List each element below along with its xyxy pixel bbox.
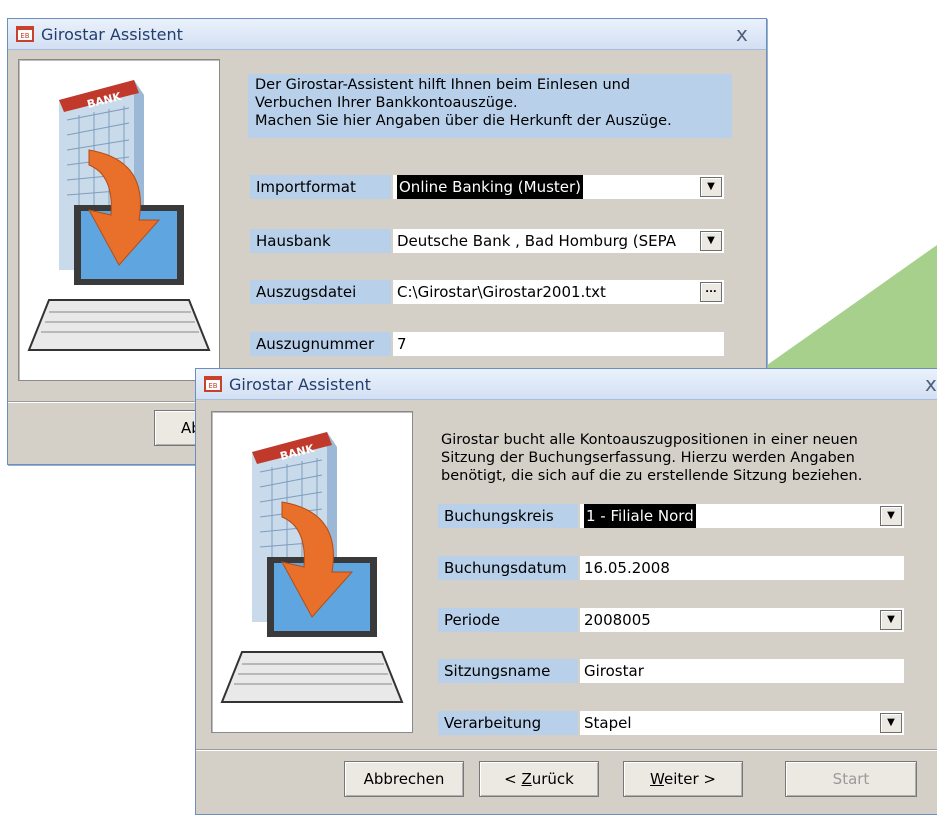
- hausbank-value: Deutsche Bank , Bad Homburg (SEPA: [397, 232, 676, 250]
- chevron-down-icon[interactable]: ▼: [880, 713, 902, 733]
- chevron-down-icon[interactable]: ▼: [700, 231, 722, 251]
- label-hausbank: Hausbank: [250, 229, 391, 253]
- auszugsdatei-field[interactable]: C:\Girostar\Girostar2001.txt ...: [393, 280, 724, 304]
- app-icon: EB: [204, 376, 222, 392]
- girostar-assistant-window-2: EB Girostar Assistent x BANK Girostar bu…: [195, 368, 937, 815]
- intro-text: Der Girostar-Assistent hilft Ihnen beim …: [255, 76, 672, 130]
- intro-line: benötigt, die sich auf die zu erstellend…: [441, 468, 863, 484]
- label-buchungskreis: Buchungskreis: [438, 504, 578, 528]
- label-sitzungsname: Sitzungsname: [438, 659, 578, 683]
- label-auszugsdatei: Auszugsdatei: [250, 280, 391, 304]
- label-buchungsdatum: Buchungsdatum: [438, 556, 578, 580]
- back-button-prefix: <: [504, 770, 522, 788]
- label-importformat: Importformat: [250, 175, 391, 199]
- intro-line: Sitzung der Buchungserfassung. Hierzu we…: [441, 450, 855, 466]
- chevron-down-icon[interactable]: ▼: [880, 506, 902, 526]
- buchungsdatum-value: 16.05.2008: [584, 559, 670, 577]
- back-button[interactable]: < Zurück: [479, 761, 599, 797]
- title-bar[interactable]: EB Girostar Assistent x: [8, 19, 766, 50]
- window-title: Girostar Assistent: [41, 25, 183, 44]
- intro-line: Verbuchen Ihrer Bankkontoauszüge.: [255, 95, 518, 111]
- sitzungsname-input[interactable]: Girostar: [580, 659, 904, 683]
- auszugnummer-value: 7: [397, 335, 407, 353]
- intro-line: Der Girostar-Assistent hilft Ihnen beim …: [255, 77, 631, 93]
- title-bar[interactable]: EB Girostar Assistent x: [196, 369, 937, 400]
- intro-text: Girostar bucht alle Kontoauszugpositione…: [441, 431, 862, 485]
- intro-line: Girostar bucht alle Kontoauszugpositione…: [441, 432, 858, 448]
- app-icon: EB: [16, 26, 34, 42]
- svg-text:EB: EB: [208, 382, 217, 390]
- periode-value: 2008005: [584, 611, 651, 629]
- auszugsdatei-value: C:\Girostar\Girostar2001.txt: [397, 283, 606, 301]
- wizard-illustration: BANK: [211, 411, 413, 733]
- label-auszugnummer: Auszugnummer: [250, 332, 391, 356]
- auszugnummer-input[interactable]: 7: [393, 332, 724, 356]
- sitzungsname-value: Girostar: [584, 662, 644, 680]
- close-icon[interactable]: x: [925, 372, 937, 396]
- importformat-value: Online Banking (Muster): [397, 175, 584, 199]
- start-button-label: Start: [832, 770, 870, 788]
- verarbeitung-value: Stapel: [584, 714, 632, 732]
- buchungskreis-dropdown[interactable]: 1 - Filiale Nord ▼: [580, 504, 904, 528]
- importformat-dropdown[interactable]: Online Banking (Muster) ▼: [393, 175, 724, 199]
- intro-line: Machen Sie hier Angaben über die Herkunf…: [255, 113, 672, 129]
- label-periode: Periode: [438, 608, 578, 632]
- buchungsdatum-input[interactable]: 16.05.2008: [580, 556, 904, 580]
- cancel-button-label: Abbrechen: [363, 770, 445, 788]
- buchungskreis-value: 1 - Filiale Nord: [584, 504, 696, 528]
- bank-laptop-illustration: BANK: [220, 432, 404, 703]
- wizard-illustration: BANK: [18, 59, 220, 381]
- hausbank-dropdown[interactable]: Deutsche Bank , Bad Homburg (SEPA ▼: [393, 229, 724, 253]
- svg-text:EB: EB: [20, 32, 29, 40]
- back-button-rest: urück: [531, 770, 574, 788]
- periode-dropdown[interactable]: 2008005 ▼: [580, 608, 904, 632]
- next-button-rest: eiter >: [663, 770, 716, 788]
- start-button[interactable]: Start: [785, 761, 917, 797]
- cancel-button[interactable]: Abbrechen: [344, 761, 464, 797]
- bank-laptop-illustration: BANK: [27, 80, 211, 351]
- back-button-accesskey: Z: [521, 770, 532, 788]
- chevron-down-icon[interactable]: ▼: [700, 177, 722, 197]
- window-title: Girostar Assistent: [229, 375, 371, 394]
- chevron-down-icon[interactable]: ▼: [880, 610, 902, 630]
- browse-button[interactable]: ...: [700, 282, 722, 302]
- next-button[interactable]: Weiter >: [623, 761, 743, 797]
- label-verarbeitung: Verarbeitung: [438, 711, 578, 735]
- close-icon[interactable]: x: [736, 22, 748, 46]
- next-button-accesskey: W: [650, 770, 664, 788]
- verarbeitung-dropdown[interactable]: Stapel ▼: [580, 711, 904, 735]
